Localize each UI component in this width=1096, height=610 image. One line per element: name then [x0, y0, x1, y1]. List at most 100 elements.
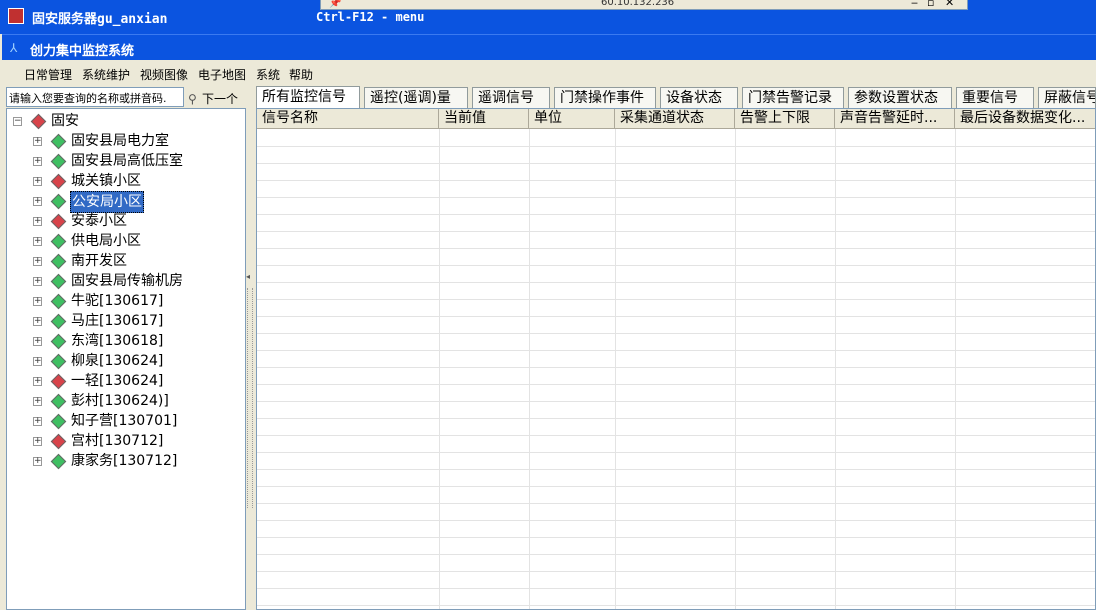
status-green-icon — [50, 153, 67, 170]
tree-item[interactable]: + 安泰小区 — [33, 211, 243, 231]
expand-icon[interactable]: + — [33, 277, 42, 286]
tree-item[interactable]: + 牛驼[130617] — [33, 291, 243, 311]
grid-column-line — [439, 129, 440, 609]
grid-row-line — [257, 503, 1095, 504]
expand-icon[interactable]: + — [33, 357, 42, 366]
tree-item[interactable]: + 康家务[130712] — [33, 451, 243, 471]
collapse-left-arrow-icon[interactable]: ◂ — [246, 272, 252, 282]
column-current-value[interactable]: 当前值 — [439, 109, 529, 129]
column-unit[interactable]: 单位 — [529, 109, 615, 129]
panel-splitter[interactable]: ◂ — [246, 108, 254, 610]
tree-item[interactable]: + 南开发区 — [33, 251, 243, 271]
status-green-icon — [50, 193, 67, 210]
close-icon[interactable]: ✕ — [945, 0, 954, 9]
expand-icon[interactable]: + — [33, 237, 42, 246]
expand-icon[interactable]: + — [33, 457, 42, 466]
column-channel-status[interactable]: 采集通道状态 — [615, 109, 735, 129]
expand-icon[interactable]: + — [33, 177, 42, 186]
menu-hint: Ctrl-F12 - menu — [316, 10, 425, 24]
column-sound-delay[interactable]: 声音告警延时... — [835, 109, 955, 129]
station-tree[interactable]: − 固安 + 固安县局电力室 + 固安县局高低压室 + 城关镇小区 + 公安局小… — [6, 108, 246, 610]
tree-item-label: 南开发区 — [71, 253, 127, 269]
grid-column-line — [529, 129, 530, 609]
find-next-button[interactable]: ⚲ 下一个 — [188, 87, 248, 107]
tab-access-events[interactable]: 门禁操作事件 — [554, 87, 656, 108]
grid-row-line — [257, 554, 1095, 555]
status-green-icon — [50, 253, 67, 270]
column-alarm-limits[interactable]: 告警上下限 — [735, 109, 835, 129]
expand-icon[interactable]: + — [33, 157, 42, 166]
tab-important-signals[interactable]: 重要信号 — [956, 87, 1034, 108]
collapse-icon[interactable]: − — [13, 117, 22, 126]
menu-system-maintenance[interactable]: 系统维护 — [82, 66, 130, 83]
expand-icon[interactable]: + — [33, 337, 42, 346]
status-green-icon — [50, 293, 67, 310]
tree-item[interactable]: + 知子营[130701] — [33, 411, 243, 431]
tab-masked-signals[interactable]: 屏蔽信号 — [1038, 87, 1096, 108]
status-red-icon — [50, 213, 67, 230]
grid-column-line — [735, 129, 736, 609]
menu-daily-management[interactable]: 日常管理 — [24, 66, 72, 83]
column-last-change[interactable]: 最后设备数据变化... — [955, 109, 1095, 129]
tree-item[interactable]: + 固安县局高低压室 — [33, 151, 243, 171]
expand-icon[interactable]: + — [33, 137, 42, 146]
signal-table[interactable]: 信号名称 当前值 单位 采集通道状态 告警上下限 声音告警延时... 最后设备数… — [256, 108, 1096, 610]
search-input[interactable]: 请输入您要查询的名称或拼音码. — [6, 87, 184, 107]
grid-row-line — [257, 452, 1095, 453]
expand-icon[interactable]: + — [33, 377, 42, 386]
tree-item-label: 牛驼[130617] — [71, 293, 164, 309]
app-titlebar: ⅄ 创力集中监控系统 — [2, 34, 1096, 60]
tree-item[interactable]: + 柳泉[130624] — [33, 351, 243, 371]
tree-item-label: 供电局小区 — [71, 233, 141, 249]
tree-item[interactable]: + 马庄[130617] — [33, 311, 243, 331]
status-green-icon — [50, 133, 67, 150]
tab-device-status[interactable]: 设备状态 — [660, 87, 738, 108]
tree-item[interactable]: + 城关镇小区 — [33, 171, 243, 191]
expand-icon[interactable]: + — [33, 397, 42, 406]
tree-item[interactable]: + 一轻[130624] — [33, 371, 243, 391]
menu-system[interactable]: 系统 — [256, 66, 280, 83]
grid-row-line — [257, 248, 1095, 249]
expand-icon[interactable]: + — [33, 417, 42, 426]
tree-item[interactable]: + 东湾[130618] — [33, 331, 243, 351]
menu-electronic-map[interactable]: 电子地图 — [198, 66, 246, 83]
tab-remote-control[interactable]: 遥控(遥调)量 — [364, 87, 468, 108]
tree-item-selected[interactable]: + 公安局小区 — [33, 191, 243, 213]
tree-root[interactable]: − 固安 — [13, 111, 233, 131]
tree-item-label: 康家务[130712] — [71, 453, 178, 469]
pin-icon[interactable]: 📌 — [329, 0, 341, 9]
tree-item-label: 固安县局高低压室 — [71, 153, 183, 169]
expand-icon[interactable]: + — [33, 217, 42, 226]
column-signal-name[interactable]: 信号名称 — [257, 109, 439, 129]
splitter-grip[interactable] — [247, 288, 253, 508]
tab-remote-adjust[interactable]: 遥调信号 — [472, 87, 550, 108]
expand-icon[interactable]: + — [33, 317, 42, 326]
status-green-icon — [50, 453, 67, 470]
tree-item-label: 东湾[130618] — [71, 333, 164, 349]
tree-item[interactable]: + 供电局小区 — [33, 231, 243, 251]
menu-video-image[interactable]: 视频图像 — [140, 66, 188, 83]
expand-icon[interactable]: + — [33, 197, 42, 206]
status-red-icon — [50, 173, 67, 190]
grid-row-line — [257, 231, 1095, 232]
find-next-label: 下一个 — [202, 92, 239, 106]
tree-item[interactable]: + 彭村[130624)] — [33, 391, 243, 411]
expand-icon[interactable]: + — [33, 257, 42, 266]
app-icon — [8, 8, 24, 24]
grid-column-line — [955, 129, 956, 609]
expand-icon[interactable]: + — [33, 437, 42, 446]
minimize-icon[interactable]: ‒ — [911, 0, 918, 9]
expand-icon[interactable]: + — [33, 297, 42, 306]
tab-access-alarm-records[interactable]: 门禁告警记录 — [742, 87, 844, 108]
tree-item[interactable]: + 宫村[130712] — [33, 431, 243, 451]
tab-parameter-status[interactable]: 参数设置状态 — [848, 87, 952, 108]
restore-icon[interactable]: ▫ — [927, 0, 934, 9]
tree-item[interactable]: + 固安县局电力室 — [33, 131, 243, 151]
tree-item-label: 彭村[130624)] — [71, 393, 169, 409]
tree-item[interactable]: + 固安县局传输机房 — [33, 271, 243, 291]
tab-all-signals[interactable]: 所有监控信号 — [256, 86, 360, 109]
grid-row-line — [257, 469, 1095, 470]
status-green-icon — [50, 233, 67, 250]
menu-help[interactable]: 帮助 — [289, 66, 313, 83]
grid-row-line — [257, 265, 1095, 266]
